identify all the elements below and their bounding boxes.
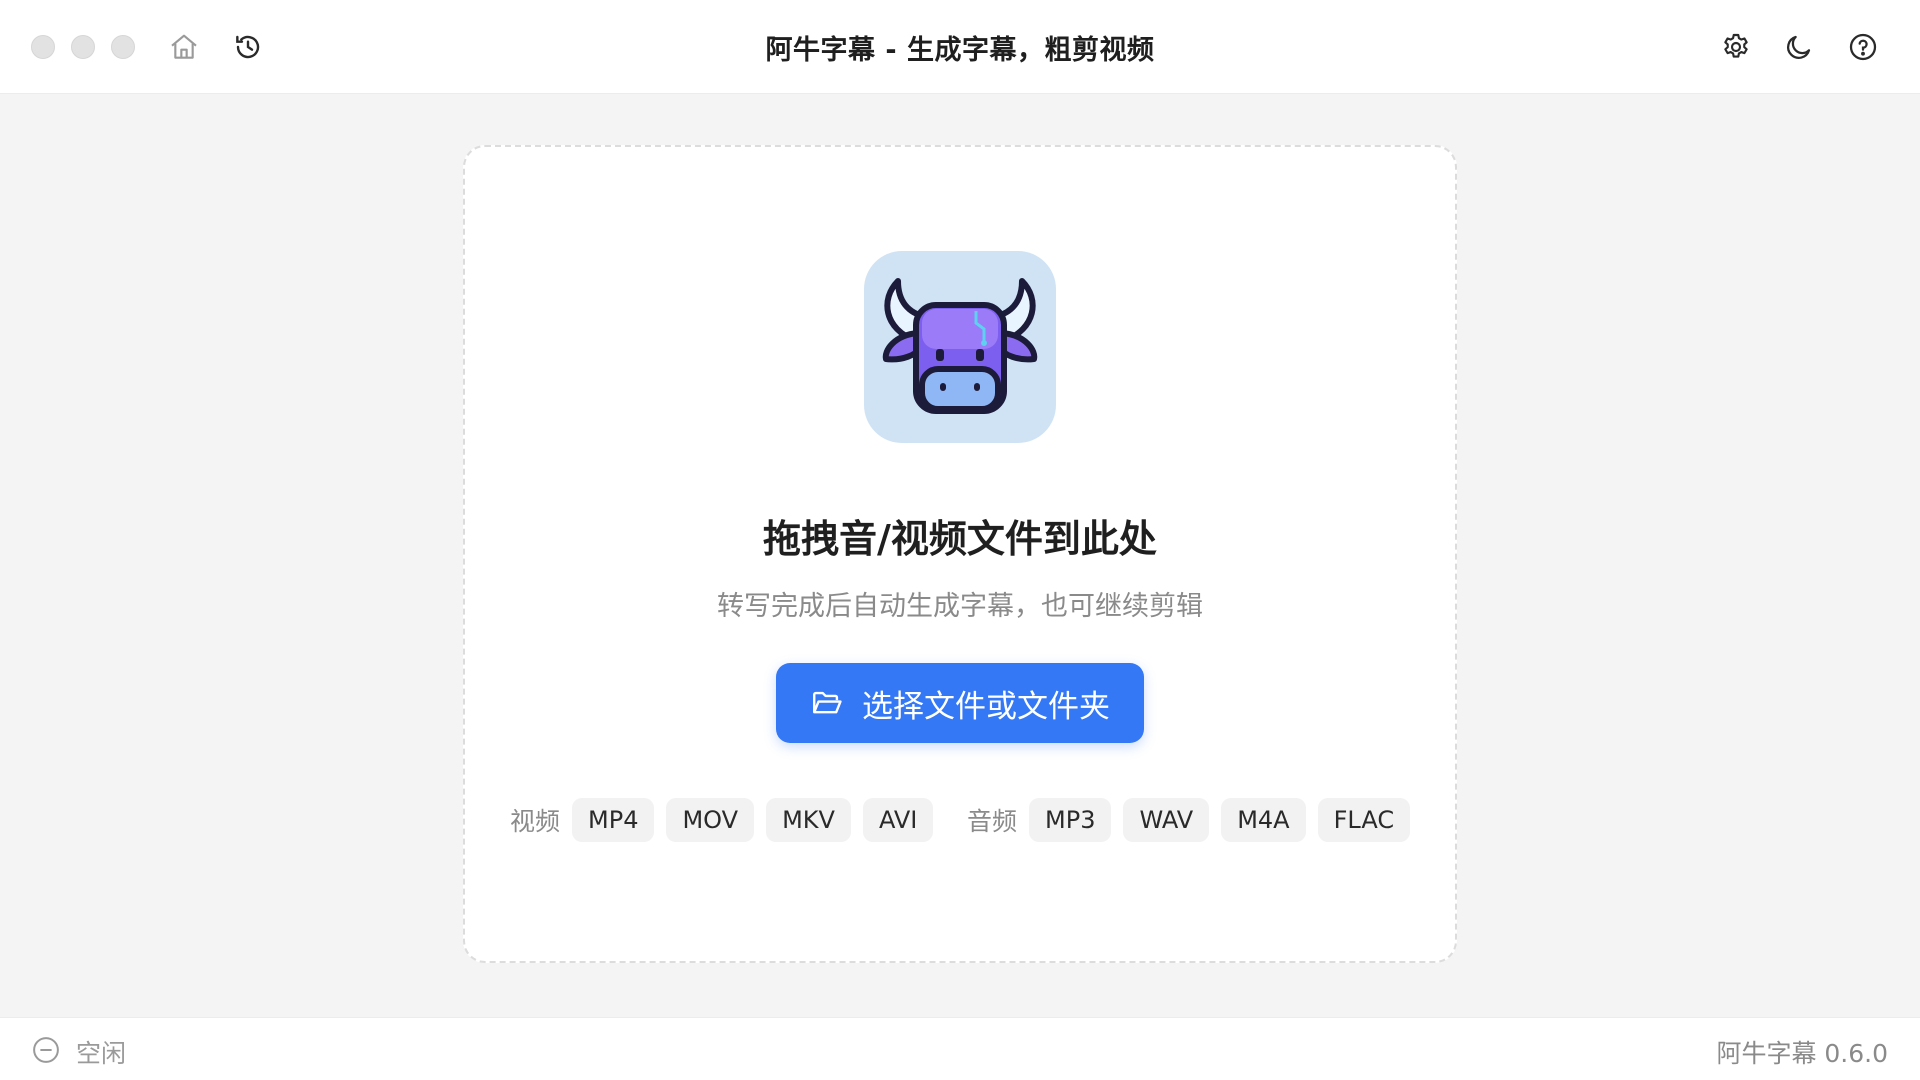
gear-icon[interactable]: [1718, 29, 1754, 65]
folder-open-icon: [813, 691, 842, 714]
drop-title: 拖拽音/视频文件到此处: [763, 517, 1157, 561]
moon-icon[interactable]: [1781, 29, 1817, 65]
help-icon[interactable]: [1845, 29, 1881, 65]
format-chip-mp4: MP4: [572, 798, 655, 842]
format-chip-mp3: MP3: [1029, 798, 1112, 842]
minus-circle-icon: [33, 1037, 59, 1063]
video-formats: 视频 MP4 MOV MKV AVI: [510, 798, 945, 842]
format-chip-avi: AVI: [862, 798, 934, 842]
video-format-label: 视频: [510, 807, 561, 836]
format-chip-mov: MOV: [666, 798, 755, 842]
audio-format-label: 音频: [967, 807, 1018, 836]
drop-subtitle: 转写完成后自动生成字幕，也可继续剪辑: [717, 591, 1203, 622]
format-chip-mkv: MKV: [766, 798, 851, 842]
format-chip-m4a: M4A: [1221, 798, 1306, 842]
app-logo: [864, 251, 1056, 443]
select-file-button[interactable]: 选择文件或文件夹: [776, 663, 1144, 743]
window-title: 阿牛字幕 - 生成字幕，粗剪视频: [765, 35, 1155, 66]
status-text: 空闲: [76, 1039, 127, 1068]
title-bar: 阿牛字幕 - 生成字幕，粗剪视频: [0, 0, 1920, 94]
status-bar: 空闲 阿牛字幕 0.6.0: [0, 1017, 1920, 1080]
audio-formats: 音频 MP3 WAV M4A FLAC: [967, 798, 1422, 842]
select-file-label: 选择文件或文件夹: [862, 688, 1110, 725]
version-label: 阿牛字幕 0.6.0: [1716, 1039, 1888, 1068]
format-chip-wav: WAV: [1123, 798, 1210, 842]
format-chip-flac: FLAC: [1317, 798, 1411, 842]
